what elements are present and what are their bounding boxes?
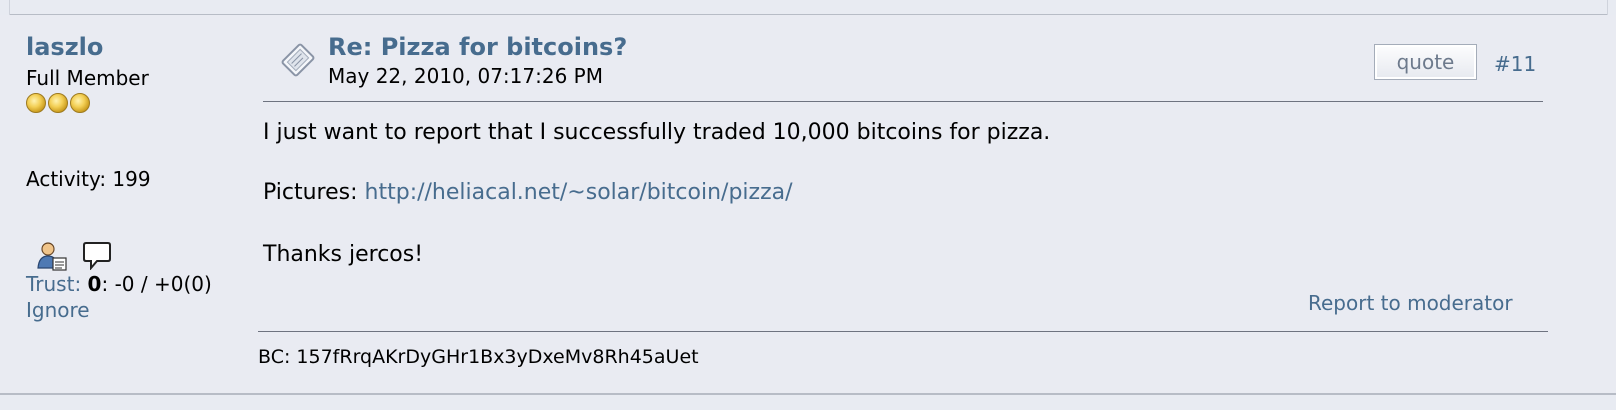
pm-icon[interactable] (82, 240, 112, 270)
message-number-link[interactable]: #11 (1494, 52, 1536, 76)
post-date: May 22, 2010, 07:17:26 PM (328, 64, 603, 88)
rank-stars (26, 93, 92, 115)
next-post-edge (0, 393, 1616, 410)
report-to-moderator-link[interactable]: Report to moderator (1308, 291, 1513, 315)
pictures-link[interactable]: http://heliacal.net/~solar/bitcoin/pizza… (365, 180, 793, 205)
trust-line: Trust: 0: -0 / +0(0) (26, 272, 212, 296)
pictures-label: Pictures: (263, 180, 365, 205)
poster-name-link[interactable]: laszlo (26, 33, 103, 61)
post-body-line: Thanks jercos! (263, 242, 424, 267)
post-xx-icon (281, 43, 315, 77)
poster-activity: Activity: 199 (26, 167, 151, 191)
post-body-line: I just want to report that I successfull… (263, 120, 1051, 145)
trust-detail: : -0 / +0(0) (101, 272, 212, 296)
previous-post-edge (0, 0, 1616, 15)
quote-button[interactable]: quote (1374, 44, 1477, 80)
signature: BC: 157fRrqAKrDyGHr1Bx3yDxeMv8Rh45aUet (258, 346, 699, 368)
trust-link[interactable]: Trust: (26, 272, 81, 296)
star-icon (48, 93, 68, 113)
profile-icon[interactable] (36, 240, 68, 272)
star-icon (70, 93, 90, 113)
post-body-pictures: Pictures: http://heliacal.net/~solar/bit… (263, 180, 793, 205)
trust-score: 0 (87, 272, 102, 296)
header-separator (263, 101, 1543, 102)
post-subject-link[interactable]: Re: Pizza for bitcoins? (328, 33, 627, 61)
ignore-link[interactable]: Ignore (26, 298, 90, 322)
signature-separator (258, 331, 1548, 332)
star-icon (26, 93, 46, 113)
poster-rank: Full Member (26, 66, 149, 90)
